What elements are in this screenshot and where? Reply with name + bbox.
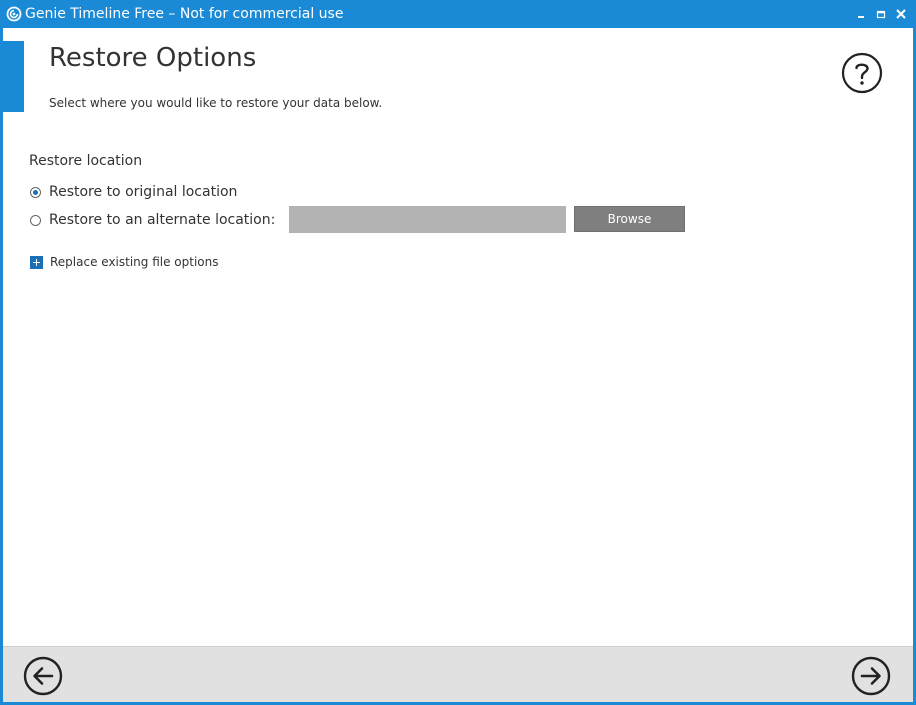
- radio-button-selected[interactable]: [30, 186, 41, 198]
- close-icon: [896, 9, 906, 19]
- replace-options-expander[interactable]: Replace existing file options: [30, 253, 219, 271]
- alternate-path-input[interactable]: [289, 206, 566, 233]
- minimize-button[interactable]: [850, 4, 872, 24]
- minimize-icon: [858, 16, 864, 18]
- radio-original-location[interactable]: Restore to original location: [30, 182, 237, 202]
- app-window: Genie Timeline Free – Not for commercial…: [0, 0, 916, 705]
- plus-box-icon[interactable]: [30, 255, 43, 269]
- back-button[interactable]: [23, 656, 63, 696]
- question-mark-icon: [841, 52, 883, 94]
- accent-bar: [3, 41, 24, 112]
- content-panel: Restore Options Select where you would l…: [3, 28, 913, 646]
- page-title: Restore Options: [49, 43, 257, 73]
- radio-label-alternate: Restore to an alternate location:: [49, 212, 276, 228]
- arrow-right-circle-icon: [851, 656, 891, 696]
- arrow-left-circle-icon: [23, 656, 63, 696]
- close-button[interactable]: [890, 4, 912, 24]
- radio-alternate-location[interactable]: Restore to an alternate location:: [30, 210, 275, 230]
- radio-label-original: Restore to original location: [49, 184, 238, 200]
- help-button[interactable]: [841, 52, 883, 94]
- maximize-icon: [876, 10, 886, 19]
- next-button[interactable]: [851, 656, 891, 696]
- browse-button[interactable]: Browse: [574, 206, 685, 232]
- navigation-footer: [3, 646, 913, 702]
- radio-button-unselected[interactable]: [30, 214, 41, 226]
- genie-logo-icon: [6, 6, 22, 22]
- page-subtitle: Select where you would like to restore y…: [49, 96, 383, 110]
- replace-options-label[interactable]: Replace existing file options: [50, 254, 219, 270]
- restore-location-heading: Restore location: [29, 153, 143, 169]
- window-title: Genie Timeline Free – Not for commercial…: [25, 6, 344, 22]
- title-bar[interactable]: Genie Timeline Free – Not for commercial…: [0, 0, 916, 28]
- maximize-button[interactable]: [870, 4, 892, 24]
